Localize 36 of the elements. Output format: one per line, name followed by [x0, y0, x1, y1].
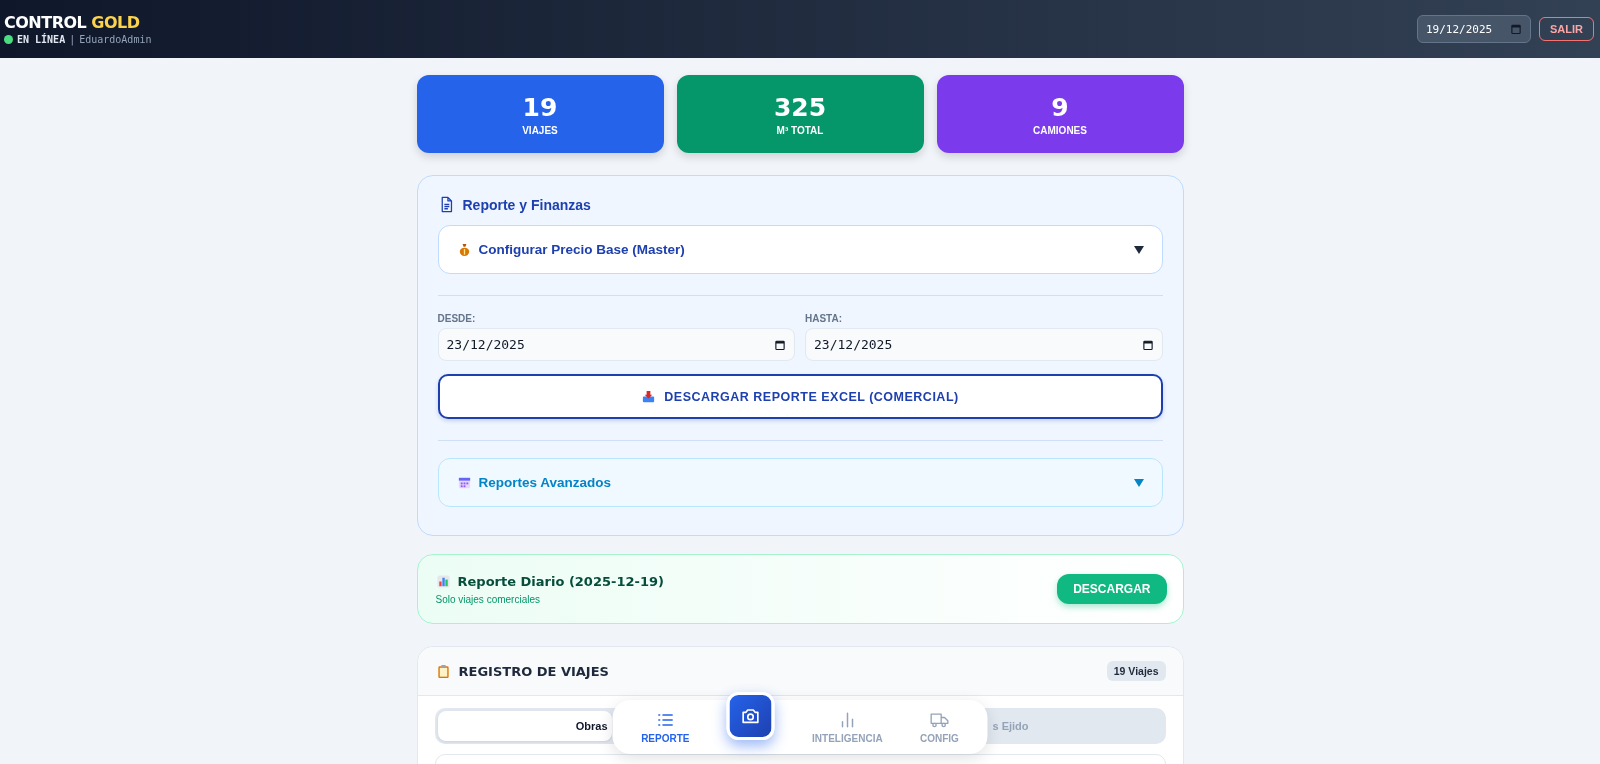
- filter-tab[interactable]: Obras: [437, 711, 612, 741]
- section-title: Reporte y Finanzas: [462, 196, 591, 213]
- status-text: EN LÍNEA: [17, 34, 66, 45]
- nav-tab[interactable]: REPORTE: [641, 710, 690, 744]
- to-date-field[interactable]: 23/12/2025: [805, 328, 1163, 361]
- separator-text: |: [69, 34, 76, 45]
- camera-button[interactable]: [726, 692, 775, 740]
- calendar-icon: [456, 475, 472, 490]
- trip-count-badge: 19 Viajes: [1106, 661, 1166, 681]
- caret-icon: [1133, 244, 1144, 255]
- to-label: HASTA:: [805, 313, 844, 324]
- caret-icon: [1133, 477, 1144, 488]
- logout-button[interactable]: SALIR: [1539, 17, 1594, 41]
- stat-value: 9: [1051, 92, 1069, 122]
- daily-report-subtitle: Solo viajes comerciales: [435, 593, 541, 605]
- calendar-icon: [774, 338, 786, 351]
- date-field[interactable]: 19/12/2025: [1417, 15, 1531, 43]
- stat-value: 325: [773, 92, 827, 122]
- daily-report-title: Reporte Diario (2025-12-19): [457, 573, 664, 589]
- stat-label: VIAJES: [522, 124, 558, 136]
- trip-log-title: REGISTRO DE VIAJES: [458, 663, 609, 679]
- from-label: DESDE:: [437, 313, 477, 324]
- stat-value: 19: [522, 92, 558, 122]
- excel-download-button[interactable]: DESCARGAR REPORTE EXCEL (COMERCIAL): [437, 374, 1163, 419]
- user-name: EduardoAdmin: [79, 34, 152, 45]
- calendar-icon: [1141, 338, 1154, 351]
- brand-logo: CONTROL GOLD: [4, 13, 141, 32]
- stat-label: M³ TOTAL: [776, 124, 824, 136]
- price-config-toggle[interactable]: Configurar Precio Base (Master): [437, 225, 1163, 274]
- bar-chart-icon: [435, 573, 451, 589]
- stat-label: CAMIONES: [1033, 124, 1087, 136]
- inbox-tray-icon: [641, 389, 657, 404]
- clipboard-icon: [435, 663, 451, 679]
- calendar-icon: [1510, 23, 1522, 35]
- from-date-field[interactable]: 23/12/2025: [437, 328, 795, 361]
- advanced-reports-toggle[interactable]: Reportes Avanzados: [437, 458, 1163, 507]
